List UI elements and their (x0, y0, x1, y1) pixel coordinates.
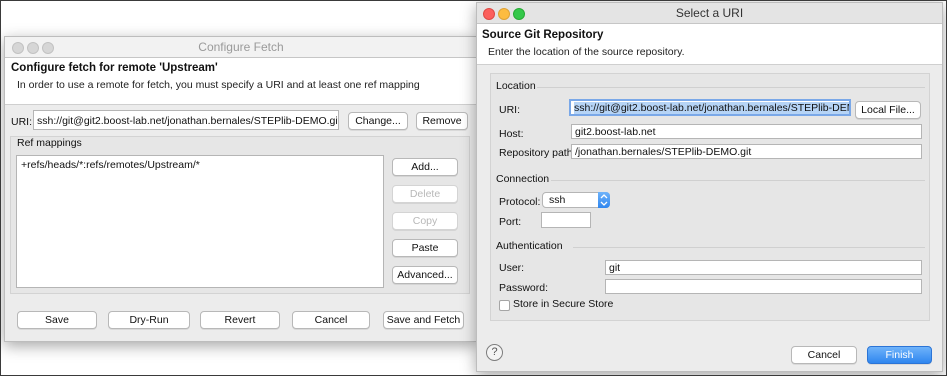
authentication-label: Authentication (496, 240, 563, 252)
configure-fetch-titlebar: Configure Fetch (5, 37, 477, 58)
help-icon[interactable]: ? (486, 344, 503, 361)
cancel-button[interactable]: Cancel (292, 311, 370, 329)
delete-button[interactable]: Delete (392, 185, 458, 203)
dry-run-button[interactable]: Dry-Run (108, 311, 190, 329)
dialog-header: Configure fetch for remote 'Upstream' In… (5, 58, 477, 105)
local-file-button[interactable]: Local File... (855, 101, 921, 119)
connection-label: Connection (496, 173, 550, 185)
save-and-fetch-button[interactable]: Save and Fetch (383, 311, 464, 329)
header-description: Enter the location of the source reposit… (488, 46, 685, 58)
ref-mappings-label: Ref mappings (17, 137, 82, 149)
uri-label: URI: (499, 104, 520, 116)
uri-field[interactable]: ssh://git@git2.boost-lab.net/jonathan.be… (33, 110, 339, 130)
finish-button[interactable]: Finish (867, 346, 932, 364)
advanced-button[interactable]: Advanced... (392, 266, 458, 284)
minimize-icon[interactable] (27, 42, 39, 54)
zoom-icon[interactable] (513, 8, 525, 20)
list-item[interactable]: +refs/heads/*:refs/remotes/Upstream/* (21, 159, 200, 171)
help-glyph: ? (491, 346, 498, 358)
repository-path-label: Repository path: (499, 147, 576, 159)
chevron-updown-icon (598, 192, 610, 208)
protocol-label: Protocol: (499, 196, 541, 208)
dialog-header: Source Git Repository Enter the location… (477, 24, 942, 65)
location-separator (537, 87, 925, 88)
store-label: Store in Secure Store (513, 298, 614, 310)
host-field[interactable]: git2.boost-lab.net (571, 124, 922, 139)
minimize-icon[interactable] (498, 8, 510, 20)
window-title: Select a URI (675, 6, 744, 20)
protocol-select[interactable]: ssh (542, 192, 610, 208)
save-button[interactable]: Save (17, 311, 97, 329)
select-uri-titlebar: Select a URI (477, 3, 942, 24)
host-label: Host: (499, 128, 524, 140)
configure-fetch-window: Configure Fetch Configure fetch for remo… (4, 36, 478, 342)
copy-button[interactable]: Copy (392, 212, 458, 230)
location-label: Location (496, 80, 536, 92)
repository-path-field[interactable]: /jonathan.bernales/STEPlib-DEMO.git (571, 144, 922, 159)
uri-field[interactable]: ssh://git@git2.boost-lab.net/jonathan.be… (569, 99, 851, 116)
window-title: Configure Fetch (198, 40, 284, 54)
paste-button[interactable]: Paste (392, 239, 458, 257)
uri-selected-text: ssh://git@git2.boost-lab.net/jonathan.be… (574, 102, 849, 114)
change-button[interactable]: Change... (348, 112, 408, 130)
header-description: In order to use a remote for fetch, you … (17, 79, 420, 91)
ref-mappings-list[interactable]: +refs/heads/*:refs/remotes/Upstream/* (16, 155, 384, 288)
user-field[interactable]: git (605, 260, 922, 275)
uri-label: URI: (11, 116, 32, 128)
header-title: Source Git Repository (482, 29, 604, 41)
protocol-value: ssh (549, 194, 566, 206)
add-button[interactable]: Add... (392, 158, 458, 176)
revert-button[interactable]: Revert (200, 311, 280, 329)
remove-button[interactable]: Remove (416, 112, 468, 130)
port-field[interactable] (541, 212, 591, 228)
select-uri-window: Select a URI Source Git Repository Enter… (476, 2, 943, 372)
store-checkbox[interactable] (499, 300, 510, 311)
cancel-button[interactable]: Cancel (791, 346, 857, 364)
authentication-separator (573, 247, 925, 248)
user-label: User: (499, 262, 525, 274)
zoom-icon[interactable] (42, 42, 54, 54)
port-label: Port: (499, 216, 522, 228)
password-field[interactable] (605, 279, 922, 294)
close-icon[interactable] (483, 8, 495, 20)
header-title: Configure fetch for remote 'Upstream' (11, 62, 218, 74)
close-icon[interactable] (12, 42, 24, 54)
connection-separator (551, 180, 925, 181)
password-label: Password: (499, 282, 549, 294)
